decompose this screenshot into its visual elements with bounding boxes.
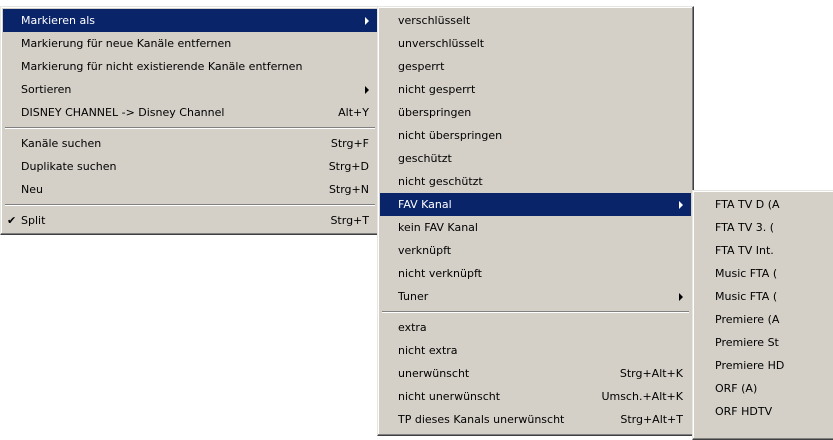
- menu-item-label: Premiere HD: [715, 359, 785, 372]
- menu-item-label: nicht unerwünscht: [398, 390, 501, 403]
- menu-item-label: Kanäle suchen: [21, 137, 102, 150]
- menu-item-label: FTA TV 3. (: [715, 221, 775, 234]
- menu-item-gesperrt[interactable]: gesperrt: [380, 55, 691, 78]
- submenu-fav-kanal: FTA TV D (A FTA TV 3. ( FTA TV Int. Music F…: [692, 190, 833, 440]
- menu-item-unerwunscht[interactable]: unerwünscht Strg+Alt+K: [380, 362, 691, 385]
- menu-item-label: Tuner: [398, 290, 429, 303]
- context-menu-main: Markieren als Markierung für neue Kanäle …: [0, 6, 380, 235]
- menu-item-label: FTA TV D (A: [715, 198, 780, 211]
- menu-item-label: DISNEY CHANNEL -> Disney Channel: [21, 106, 225, 119]
- menu-separator: [3, 124, 377, 132]
- submenu-arrow-icon: [365, 86, 369, 94]
- menu-item-orf-hdtv[interactable]: ORF HDTV: [695, 400, 833, 423]
- menu-item-label: TP dieses Kanals unerwünscht: [398, 413, 565, 426]
- menu-item-shortcut: Strg+F: [330, 137, 369, 150]
- menu-item-nicht-gesperrt[interactable]: nicht gesperrt: [380, 78, 691, 101]
- menu-item-shortcut: Strg+N: [328, 183, 369, 196]
- menu-item-tuner[interactable]: Tuner: [380, 285, 691, 308]
- menu-item-fta-tv-3[interactable]: FTA TV 3. (: [695, 216, 833, 239]
- menu-item-unverschlusselt[interactable]: unverschlüsselt: [380, 32, 691, 55]
- submenu-arrow-icon: [679, 293, 683, 301]
- menu-item-label: verknüpft: [398, 244, 452, 257]
- menu-item-label: verschlüsselt: [398, 14, 471, 27]
- menu-item-tp-dieses-kanals-unerwunscht[interactable]: TP dieses Kanals unerwünscht Strg+Alt+T: [380, 408, 691, 431]
- menu-item-label: Duplikate suchen: [21, 160, 117, 173]
- menu-item-label: extra: [398, 321, 427, 334]
- menu-separator: [380, 308, 691, 316]
- menu-item-label: nicht überspringen: [398, 129, 503, 142]
- menu-item-fta-tv-d-a[interactable]: FTA TV D (A: [695, 193, 833, 216]
- menu-item-markierung-fur-neue-kanale-entfernen[interactable]: Markierung für neue Kanäle entfernen: [3, 32, 377, 55]
- menu-item-label: Markieren als: [21, 14, 95, 27]
- menu-item-nicht-uberspringen[interactable]: nicht überspringen: [380, 124, 691, 147]
- menu-item-premiere-a[interactable]: Premiere (A: [695, 308, 833, 331]
- menu-item-orf-a[interactable]: ORF (A): [695, 377, 833, 400]
- menu-item-label: Sortieren: [21, 83, 72, 96]
- menu-item-shortcut: Strg+D: [328, 160, 369, 173]
- checkmark-icon: ✔: [7, 214, 17, 227]
- menu-item-split[interactable]: ✔ Split Strg+T: [3, 209, 377, 232]
- submenu-arrow-icon: [679, 201, 683, 209]
- menu-item-duplikate-suchen[interactable]: Duplikate suchen Strg+D: [3, 155, 377, 178]
- menu-item-label: ORF (A): [715, 382, 758, 395]
- menu-item-shortcut: Umsch.+Alt+K: [601, 390, 683, 403]
- menu-item-label: Markierung für neue Kanäle entfernen: [21, 37, 232, 50]
- menu-item-fav-kanal[interactable]: FAV Kanal: [380, 193, 691, 216]
- menu-item-label: unerwünscht: [398, 367, 470, 380]
- menu-item-nicht-extra[interactable]: nicht extra: [380, 339, 691, 362]
- menu-item-neu[interactable]: Neu Strg+N: [3, 178, 377, 201]
- menu-item-shortcut: Alt+Y: [338, 106, 369, 119]
- menu-item-label: unverschlüsselt: [398, 37, 485, 50]
- menu-item-sortieren[interactable]: Sortieren: [3, 78, 377, 101]
- submenu-markieren-als: verschlüsselt unverschlüsselt gesperrt nich…: [377, 6, 694, 436]
- menu-item-label: Markierung für nicht existierende Kanäle…: [21, 60, 303, 73]
- menu-item-label: Premiere St: [715, 336, 779, 349]
- menu-item-label: FAV Kanal: [398, 198, 452, 211]
- menu-item-label: Music FTA (: [715, 267, 778, 280]
- menu-item-label: Music FTA (: [715, 290, 778, 303]
- menu-item-markierung-fur-nicht-existierende-kanale-entfernen[interactable]: Markierung für nicht existierende Kanäle…: [3, 55, 377, 78]
- menu-item-kanale-suchen[interactable]: Kanäle suchen Strg+F: [3, 132, 377, 155]
- menu-item-kein-fav-kanal[interactable]: kein FAV Kanal: [380, 216, 691, 239]
- submenu-arrow-icon: [365, 17, 369, 25]
- menu-item-premiere-st[interactable]: Premiere St: [695, 331, 833, 354]
- menu-item-fta-tv-int[interactable]: FTA TV Int.: [695, 239, 833, 262]
- menu-item-label: kein FAV Kanal: [398, 221, 478, 234]
- menu-item-shortcut: Strg+Alt+K: [619, 367, 683, 380]
- menu-separator: [3, 201, 377, 209]
- menu-item-label: nicht extra: [398, 344, 458, 357]
- menu-item-label: Split: [21, 214, 46, 227]
- menu-item-label: Neu: [21, 183, 43, 196]
- menu-item-geschutzt[interactable]: geschützt: [380, 147, 691, 170]
- menu-item-nicht-geschutzt[interactable]: nicht geschützt: [380, 170, 691, 193]
- menu-item-label: nicht geschützt: [398, 175, 483, 188]
- menu-item-label: FTA TV Int.: [715, 244, 774, 257]
- menu-item-nicht-verknupft[interactable]: nicht verknüpft: [380, 262, 691, 285]
- menu-item-disney-channel-disney-channel[interactable]: DISNEY CHANNEL -> Disney Channel Alt+Y: [3, 101, 377, 124]
- menu-item-uberspringen[interactable]: überspringen: [380, 101, 691, 124]
- menu-item-shortcut: Strg+Alt+T: [620, 413, 683, 426]
- menu-item-label: Premiere (A: [715, 313, 780, 326]
- menu-item-verschlusselt[interactable]: verschlüsselt: [380, 9, 691, 32]
- menu-item-markieren-als[interactable]: Markieren als: [3, 9, 377, 32]
- menu-item-extra[interactable]: extra: [380, 316, 691, 339]
- menu-item-label: nicht gesperrt: [398, 83, 476, 96]
- menu-item-shortcut: Strg+T: [330, 214, 369, 227]
- menu-item-music-fta[interactable]: Music FTA (: [695, 285, 833, 308]
- menu-item-label: überspringen: [398, 106, 472, 119]
- menu-item-music-fta[interactable]: Music FTA (: [695, 262, 833, 285]
- menu-item-nicht-unerwunscht[interactable]: nicht unerwünscht Umsch.+Alt+K: [380, 385, 691, 408]
- menu-item-premiere-hd[interactable]: Premiere HD: [695, 354, 833, 377]
- menu-item-verknupft[interactable]: verknüpft: [380, 239, 691, 262]
- menu-item-label: ORF HDTV: [715, 405, 773, 418]
- menu-item-label: gesperrt: [398, 60, 445, 73]
- menu-item-label: geschützt: [398, 152, 452, 165]
- menu-item-label: nicht verknüpft: [398, 267, 482, 280]
